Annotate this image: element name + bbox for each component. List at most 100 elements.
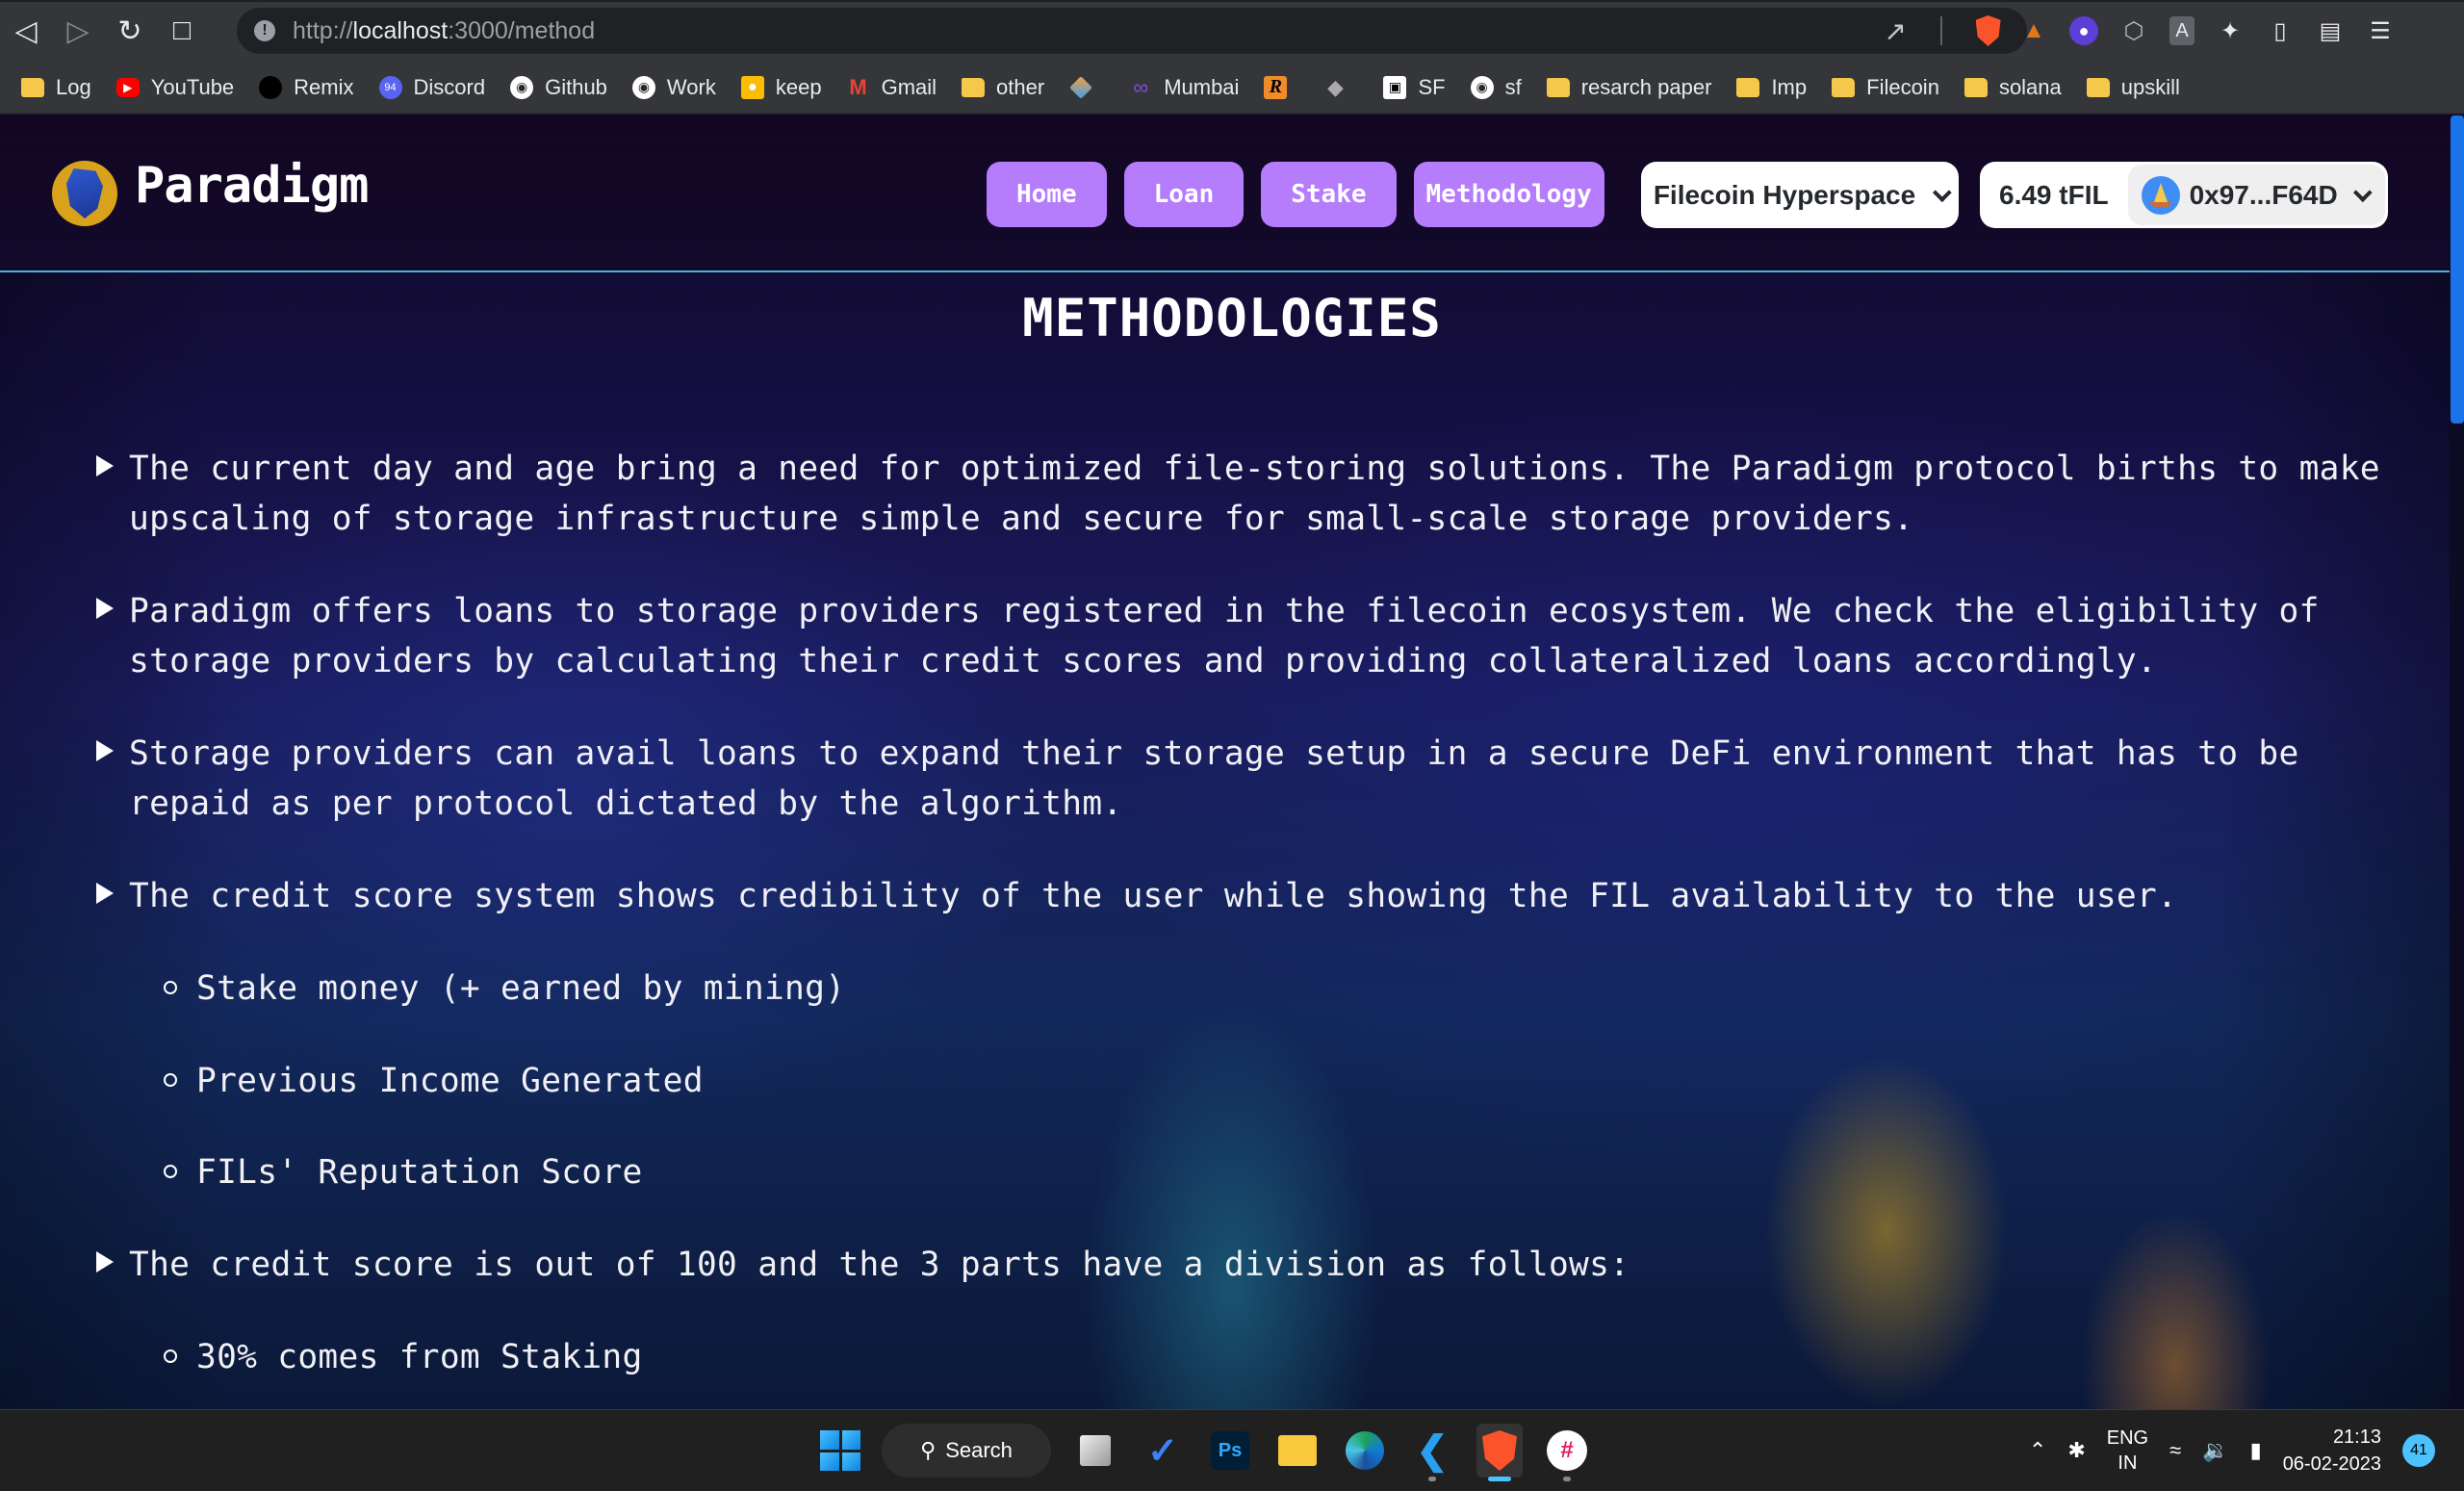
wallet-address: 0x97...F64D: [2189, 179, 2338, 210]
menu-icon[interactable]: ☰: [2366, 16, 2395, 45]
bookmark-youtube[interactable]: ▶ YouTube: [116, 75, 234, 100]
vscode-app-icon[interactable]: ❮: [1409, 1424, 1455, 1481]
sub-list-item-text: Stake money (+ earned by mining): [196, 969, 846, 1008]
bookmark-sf[interactable]: ▣ SF: [1383, 74, 1446, 100]
paradigm-logo-icon[interactable]: [52, 161, 117, 226]
taskbar-search[interactable]: ⚲ Search: [882, 1424, 1051, 1478]
r-app-icon: R: [1264, 75, 1288, 99]
slack-tray-icon[interactable]: ✱: [2067, 1438, 2085, 1463]
wallet-icon[interactable]: ▤: [2316, 16, 2345, 45]
folder-icon: [21, 77, 44, 97]
sub-list-item: 30% comes from Staking: [164, 1332, 643, 1382]
bookmark-mumbai[interactable]: ∞ Mumbai: [1129, 75, 1239, 100]
address-bar[interactable]: ! http://localhost:3000/method: [237, 8, 1989, 54]
share-icon[interactable]: ↗: [1884, 15, 1906, 47]
bookmark-other[interactable]: other: [962, 75, 1044, 100]
volume-icon[interactable]: 🔉: [2202, 1438, 2228, 1463]
photoshop-app-icon[interactable]: Ps: [1207, 1424, 1253, 1478]
account-avatar-icon: [2141, 175, 2180, 215]
bookmark-log[interactable]: Log: [21, 75, 91, 100]
info-icon[interactable]: !: [254, 20, 275, 41]
bookmark-github[interactable]: ◉ Github: [510, 75, 607, 100]
bookmark-sf-github[interactable]: ◉ sf: [1470, 74, 1522, 100]
bookmark-ethereum[interactable]: ◆: [1323, 75, 1358, 99]
bookmark-label: SF: [1418, 74, 1446, 99]
bookmark-keep[interactable]: ● keep: [740, 75, 822, 100]
search-label: Search: [945, 1438, 1013, 1462]
bookmark-r-app[interactable]: R: [1264, 75, 1298, 99]
bookmark-label: resarch paper: [1580, 74, 1712, 99]
bookmark-label: Imp: [1771, 74, 1808, 99]
scrollbar-thumb[interactable]: [2451, 116, 2464, 424]
stack-app-icon: [1069, 75, 1093, 99]
sidebar-icon[interactable]: ▯: [2266, 16, 2295, 45]
bookmark-resarch-paper[interactable]: resarch paper: [1546, 74, 1712, 100]
a-extension-icon[interactable]: A: [2169, 16, 2194, 45]
bookmark-gmail[interactable]: M Gmail: [847, 75, 937, 100]
wallet-balance: 6.49 tFIL: [1999, 179, 2109, 210]
running-indicator: [1563, 1477, 1571, 1481]
bookmark-label: Filecoin: [1866, 74, 1939, 99]
task-view-icon[interactable]: [1072, 1424, 1118, 1478]
polygon-icon: ∞: [1133, 74, 1149, 99]
chevron-up-icon[interactable]: ⌃: [2029, 1438, 2046, 1463]
edge-browser-icon[interactable]: [1342, 1424, 1388, 1478]
checkmark-icon: ✓: [1147, 1430, 1178, 1472]
bookmark-solana[interactable]: solana: [1964, 75, 2062, 100]
list-item: Paradigm offers loans to storage provide…: [96, 586, 2406, 686]
sailboat-sail: [2153, 182, 2168, 202]
circle-bullet-icon: [164, 1350, 177, 1363]
windows-start-icon[interactable]: [820, 1430, 860, 1471]
bookmark-filecoin[interactable]: Filecoin: [1832, 75, 1939, 100]
bookmarks-bar: Log ▶ YouTube Remix 94 Discord ◉ Github ◉ Wo…: [0, 62, 2464, 114]
bookmark-icon[interactable]: □: [156, 5, 208, 57]
file-explorer-icon[interactable]: [1274, 1424, 1321, 1478]
back-arrow-icon[interactable]: ◁: [0, 5, 52, 57]
todo-app-icon[interactable]: ✓: [1140, 1424, 1186, 1478]
clock[interactable]: 21:13 06-02-2023: [2283, 1424, 2381, 1478]
folder-icon: [1546, 77, 1570, 97]
nav-loan-button[interactable]: Loan: [1123, 162, 1245, 227]
ghost-extension-icon[interactable]: ●: [2069, 16, 2098, 45]
network-name: Filecoin Hyperspace: [1653, 179, 1916, 210]
battery-icon[interactable]: ▮: [2250, 1438, 2262, 1463]
github-icon: ◉: [631, 75, 655, 99]
url-text[interactable]: http://localhost:3000/method: [293, 17, 595, 45]
network-selector[interactable]: Filecoin Hyperspace: [1641, 162, 1959, 228]
bookmark-label: Log: [56, 74, 91, 99]
brave-shield-icon[interactable]: [1975, 15, 2001, 46]
wifi-icon[interactable]: ≈: [2169, 1438, 2181, 1463]
sub-list-item: Previous Income Generated: [164, 1056, 704, 1106]
reload-icon[interactable]: ↻: [104, 5, 156, 57]
brave-browser-icon[interactable]: [1476, 1424, 1523, 1481]
brand-name[interactable]: Paradigm: [135, 157, 369, 215]
keep-icon: ●: [740, 75, 764, 99]
bookmark-label: Remix: [294, 74, 354, 99]
bookmark-upskill[interactable]: upskill: [2086, 74, 2180, 100]
bookmark-stack[interactable]: [1069, 75, 1104, 99]
account-button[interactable]: 0x97...F64D: [2127, 165, 2385, 225]
puzzle-extensions-icon[interactable]: ✦: [2216, 16, 2245, 45]
bookmark-discord[interactable]: 94 Discord: [378, 75, 485, 100]
web-page: Paradigm Home Loan Stake Methodology Fil…: [0, 115, 2464, 1409]
cube-extension-icon[interactable]: ⬡: [2119, 16, 2148, 45]
list-item: The current day and age bring a need for…: [96, 444, 2406, 544]
bookmark-imp[interactable]: Imp: [1736, 75, 1807, 100]
metamask-fox-icon[interactable]: ▲: [2019, 16, 2048, 45]
circle-bullet-icon: [164, 981, 177, 994]
bookmark-remix[interactable]: Remix: [259, 74, 354, 100]
language-indicator[interactable]: ENG IN: [2107, 1426, 2148, 1476]
bookmark-label: sf: [1504, 74, 1522, 99]
logo-rock-shape: [66, 168, 103, 219]
nav-stake-button[interactable]: Stake: [1261, 162, 1397, 227]
clock-time: 21:13: [2332, 1427, 2381, 1448]
slack-app-icon[interactable]: #: [1544, 1424, 1590, 1481]
address-bar-actions: ↗: [1858, 8, 2027, 54]
bookmark-work[interactable]: ◉ Work: [631, 75, 716, 100]
bookmark-label: upskill: [2120, 74, 2180, 99]
taskbar-apps: ⚲ Search ✓ Ps ❮ #: [820, 1420, 1590, 1481]
notification-badge[interactable]: 41: [2402, 1434, 2435, 1467]
nav-home-button[interactable]: Home: [987, 162, 1107, 227]
nav-methodology-button[interactable]: Methodology: [1413, 162, 1604, 227]
forward-arrow-icon[interactable]: ▷: [52, 5, 104, 57]
